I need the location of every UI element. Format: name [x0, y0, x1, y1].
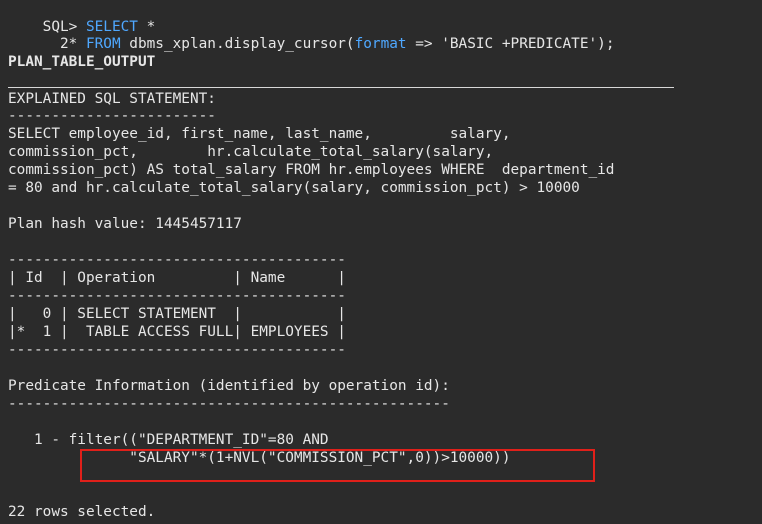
- rows-selected-message: 22 rows selected.: [8, 504, 156, 520]
- highlight-annotation-box: [80, 449, 595, 482]
- line-number: 2*: [42, 36, 86, 52]
- plan-hash-value: Plan hash value: 1445457117: [8, 216, 242, 232]
- plan-table-border-bottom: ---------------------------------------: [8, 342, 346, 358]
- plan-table-border-mid: ---------------------------------------: [8, 288, 346, 304]
- predicate-line: 1 - filter(("DEPARTMENT_ID"=80 AND: [8, 432, 329, 448]
- sql-command-line-2: 2* FROM dbms_xplan.display_cursor(format…: [8, 17, 615, 52]
- terminal-window: { "prompt": { "sql_prefix": "SQL> ", "se…: [0, 0, 762, 524]
- plan-table-border-top: ---------------------------------------: [8, 252, 346, 268]
- explained-heading: EXPLAINED SQL STATEMENT:: [8, 91, 216, 107]
- sql-text-line: SELECT employee_id, first_name, last_nam…: [8, 126, 511, 142]
- predicate-dashes: ----------------------------------------…: [8, 396, 450, 412]
- predicate-heading: Predicate Information (identified by ope…: [8, 378, 450, 394]
- sql-text-line: commission_pct) AS total_salary FROM hr.…: [8, 162, 615, 178]
- from-middle: dbms_xplan.display_cursor(: [120, 36, 355, 52]
- sql-text-line: = 80 and hr.calculate_total_salary(salar…: [8, 180, 580, 196]
- explained-dashes: ------------------------: [8, 108, 216, 124]
- column-underline: [8, 87, 674, 88]
- format-keyword: format: [354, 36, 407, 52]
- from-keyword: FROM: [85, 36, 121, 52]
- from-end: => 'BASIC +PREDICATE');: [406, 36, 615, 52]
- plan-table-header: | Id | Operation | Name |: [8, 270, 346, 286]
- sql-text-line: commission_pct, hr.calculate_total_salar…: [8, 144, 494, 160]
- terminal-output[interactable]: SQL> SELECT * 2* FROM dbms_xplan.display…: [8, 0, 758, 524]
- plan-table-row: |* 1 | TABLE ACCESS FULL| EMPLOYEES |: [8, 324, 346, 340]
- plan-table-row: | 0 | SELECT STATEMENT | |: [8, 306, 346, 322]
- column-header: PLAN_TABLE_OUTPUT: [8, 54, 156, 70]
- sql-command-line-1: SQL> SELECT *: [8, 0, 156, 35]
